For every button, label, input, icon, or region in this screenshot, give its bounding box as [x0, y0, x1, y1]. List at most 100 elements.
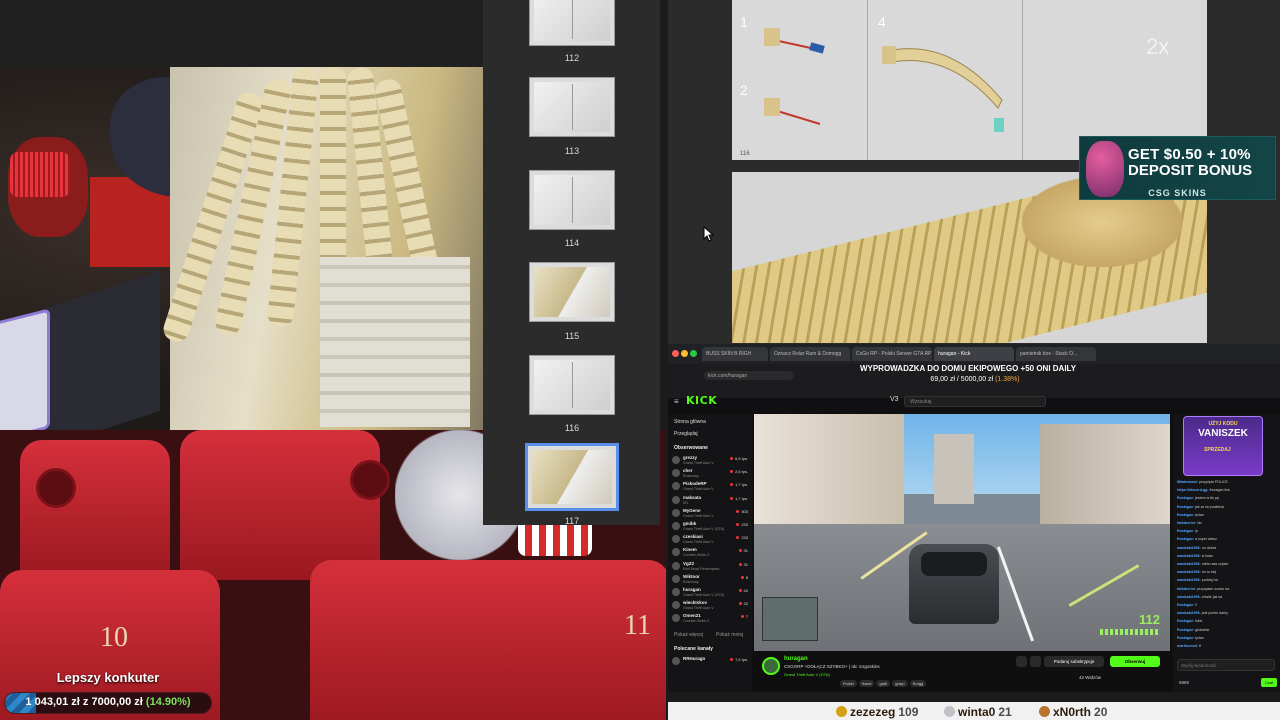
- followed-channel[interactable]: cher Rozmowy 2,6 tys.: [672, 468, 748, 480]
- followed-channel[interactable]: Kinem Counter-Strike 2 31: [672, 547, 748, 559]
- followed-channel[interactable]: grezzy Grand Theft Auto V 6,9 tys.: [672, 455, 748, 467]
- chat-username[interactable]: Roskigoz: [1177, 628, 1193, 632]
- followed-channel[interactable]: PiskodeRP Grand Theft Auto V 1,7 tys.: [672, 481, 748, 493]
- browser-tab[interactable]: pamietnik box - Stack O...: [1016, 347, 1096, 361]
- chat-username[interactable]: Roskigoz: [1177, 636, 1193, 640]
- tag[interactable]: gta5: [876, 680, 891, 687]
- chat-username[interactable]: Roskigoz: [1177, 529, 1193, 533]
- followed-channel[interactable]: czeskiasi Grand Theft Auto V 233: [672, 534, 748, 546]
- step-number: 4: [878, 14, 886, 30]
- followed-channel[interactable]: gmibk Grand Theft Auto V (GTA) 233: [672, 521, 748, 533]
- chat-username[interactable]: kinlakerior: [1177, 521, 1195, 525]
- page-thumbnail[interactable]: [529, 170, 615, 230]
- kick-logo[interactable]: KICK: [686, 394, 717, 407]
- follow-button[interactable]: Obserwuj: [1110, 656, 1160, 667]
- show-less-link[interactable]: Pokaż mniej: [716, 632, 743, 638]
- chat-message: marthcrosd: tf: [1177, 644, 1201, 648]
- browser-tab[interactable]: CsGo RP - Polski Serwer GTA RP: [852, 347, 932, 361]
- stream-tags: Polski fluent gta5 grarp Rotgg: [840, 672, 928, 690]
- browser-tab-active[interactable]: huragan - Kick: [934, 347, 1014, 361]
- chat-username[interactable]: wanizaki1996: [1177, 578, 1200, 582]
- chat-send-button[interactable]: Czat: [1261, 678, 1277, 687]
- search-input[interactable]: Wyszukaj: [904, 396, 1046, 407]
- page-thumbnail[interactable]: [529, 262, 615, 322]
- sponsor-banner[interactable]: GET $0.50 + 10% DEPOSIT BONUS CSG SKINS: [1079, 136, 1276, 200]
- followed-channel[interactable]: Omen21 Counter-Strike 2 7: [672, 613, 748, 625]
- chat-username[interactable]: wanizaki1996: [1177, 595, 1200, 599]
- stream-category[interactable]: Grand Theft Auto V (GTA): [784, 672, 830, 677]
- avatar[interactable]: [762, 657, 780, 675]
- chat-username[interactable]: Roskigoz: [1177, 619, 1193, 623]
- channel-viewers: 31: [739, 548, 748, 553]
- chat-username[interactable]: marthcrosd: [1177, 644, 1197, 648]
- seat: [180, 430, 380, 580]
- menu-icon[interactable]: ≡: [674, 397, 681, 406]
- followed-channel[interactable]: maksata IRL 1,7 tys.: [672, 495, 748, 507]
- chat-username[interactable]: kinlakerior: [1177, 587, 1195, 591]
- chat-username[interactable]: wanizaki1996: [1177, 554, 1200, 558]
- gift-subscription-button[interactable]: Podaruj subskrypcje: [1044, 656, 1104, 667]
- share-icon[interactable]: [1016, 656, 1027, 667]
- followed-channel[interactable]: Wiktoor Rozmowy 8: [672, 574, 748, 586]
- chat-text: a super wiesz: [1194, 537, 1217, 542]
- close-window-icon[interactable]: [672, 350, 679, 357]
- chat-username[interactable]: wanizaki1996: [1177, 570, 1200, 574]
- page-number: 112: [564, 53, 580, 63]
- followed-channel[interactable]: VgZ2 Red Dead Redemption 31: [672, 561, 748, 573]
- instruction-page-list[interactable]: 112 113 114 115 116 117: [483, 0, 660, 526]
- chat-message: Wiadomość: przypięta POLICE: [1177, 480, 1228, 484]
- chat-input[interactable]: Wyślij wiadomość: [1177, 659, 1275, 671]
- chat-text: tyrian: [1194, 512, 1204, 517]
- medal-icon: [1039, 706, 1050, 717]
- red-led: [10, 152, 70, 197]
- tag[interactable]: Polski: [840, 680, 857, 687]
- heart-icon[interactable]: [1030, 656, 1041, 667]
- avatar: [672, 574, 680, 583]
- page-thumbnail-selected[interactable]: [525, 443, 619, 511]
- channel-category: Counter-Strike 2: [683, 619, 710, 624]
- chat-text: !skin: [1194, 619, 1203, 624]
- browser-tab[interactable]: BUSS SKIN B RIGH: [702, 347, 768, 361]
- followed-channel[interactable]: huragan Grand Theft Auto V (GTA) 42: [672, 587, 748, 599]
- chat-username[interactable]: Roskigoz: [1177, 513, 1193, 517]
- tag[interactable]: fluent: [858, 680, 875, 687]
- url-field[interactable]: kick.com/huragan: [704, 371, 794, 380]
- promo-code-banner[interactable]: UŻYJ KODU VANISZEK SPRZEDAJ: [1183, 416, 1263, 476]
- browser-tab[interactable]: Oznacz Rolar Ram & Domogg: [770, 347, 850, 361]
- tag[interactable]: Rotgg: [909, 680, 927, 687]
- chat-username[interactable]: wanizaki1996: [1177, 611, 1200, 615]
- chat-username[interactable]: wanizaki1996: [1177, 562, 1200, 566]
- chat-username[interactable]: Wiadomość: [1177, 480, 1197, 484]
- recommended-channel[interactable]: RRHuragn 7,4 tys.: [672, 656, 748, 668]
- chat-username[interactable]: wanizaki1996: [1177, 546, 1200, 550]
- avatar: [672, 469, 680, 478]
- chat-username[interactable]: Roskigoz: [1177, 496, 1193, 500]
- v-logo-icon: V3: [890, 396, 899, 403]
- tag[interactable]: grarp: [892, 680, 908, 687]
- page-number: 114: [564, 238, 580, 248]
- show-more-link[interactable]: Pokaż więcej: [674, 632, 703, 638]
- maximize-window-icon[interactable]: [690, 350, 697, 357]
- chat-username[interactable]: Roskigoz: [1177, 603, 1193, 607]
- avatar: [672, 588, 680, 596]
- nav-browse[interactable]: Przeglądaj: [674, 431, 698, 437]
- chat-username[interactable]: Roskigoz: [1177, 537, 1193, 541]
- channel-viewers: 2,6 tys.: [730, 469, 748, 474]
- minimize-window-icon[interactable]: [681, 350, 688, 357]
- followed-channel[interactable]: wiecktskov Grand Theft Auto V 32: [672, 600, 748, 612]
- channel-viewers: 32: [739, 601, 748, 606]
- game-minimap: [762, 597, 818, 641]
- followed-channel[interactable]: MyGene Grand Theft Auto V 303: [672, 508, 748, 520]
- seat: [20, 440, 170, 580]
- page-thumbnail[interactable]: [529, 355, 615, 415]
- avatar: [672, 601, 680, 610]
- page-thumbnail[interactable]: [529, 0, 615, 46]
- streamer-name[interactable]: huragan: [784, 656, 808, 662]
- channel-name: maksata: [683, 494, 702, 500]
- chat-username[interactable]: https://discord.gg: [1177, 488, 1207, 492]
- stream-video-player[interactable]: 112: [754, 414, 1170, 651]
- step-number: 1: [740, 14, 748, 30]
- page-thumbnail[interactable]: [529, 77, 615, 137]
- chat-username[interactable]: Roskigoz: [1177, 505, 1193, 509]
- nav-home[interactable]: Strona główna: [674, 419, 706, 425]
